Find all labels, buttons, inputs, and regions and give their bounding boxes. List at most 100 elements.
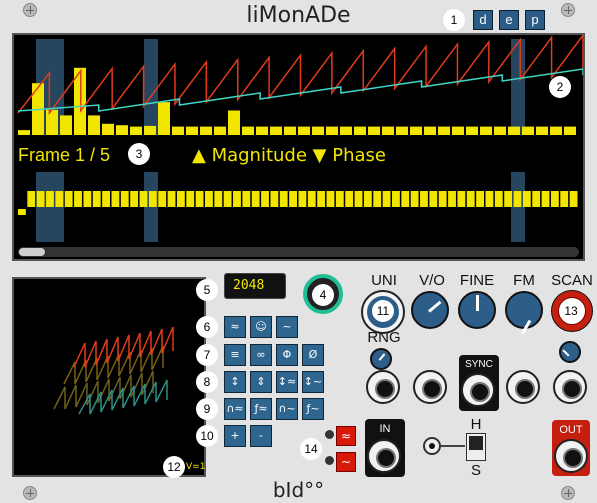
fft-size-display[interactable]: 2048 <box>224 273 286 299</box>
magnitude-bar <box>284 126 296 135</box>
magnitude-bar <box>242 126 254 135</box>
phase-bar <box>279 191 288 207</box>
phase-bar <box>298 191 307 207</box>
phase-bar <box>36 191 45 207</box>
out-jack[interactable] <box>554 439 588 473</box>
hs-switch[interactable] <box>466 433 486 461</box>
phase-bar <box>494 191 503 207</box>
magnitude-bar <box>340 126 352 135</box>
out-box: OUT <box>552 420 590 476</box>
minus-button[interactable]: - <box>250 425 272 447</box>
fine-knob[interactable] <box>458 291 496 329</box>
stretch-smooth-button[interactable]: ↕≈ <box>276 371 298 393</box>
toggle-link <box>441 445 465 447</box>
vo-jack[interactable] <box>413 370 447 404</box>
stretch-double-button[interactable]: ⇕ <box>250 371 272 393</box>
equal-button[interactable]: ≡ <box>224 344 246 366</box>
phase-bar <box>513 191 522 207</box>
magnitude-bar <box>18 130 30 135</box>
magnitude-bar <box>396 126 408 135</box>
waveform-front-line <box>73 326 174 368</box>
phase-bar <box>205 191 213 207</box>
scan-cv-knob[interactable] <box>559 341 581 363</box>
phase-bar <box>569 191 578 207</box>
scrollbar-track[interactable] <box>18 247 579 257</box>
fm-knob[interactable] <box>505 291 543 335</box>
callout-3: 3 <box>128 143 150 165</box>
p-button[interactable]: p <box>525 10 545 30</box>
phase-bar <box>83 191 92 207</box>
phase-bar <box>363 191 372 207</box>
callout-8: 8 <box>196 371 218 393</box>
morph-smooth-button[interactable]: ∩≈ <box>224 398 246 420</box>
wave-smooth-red-button[interactable]: ≈ <box>336 426 356 446</box>
phase-bar <box>214 191 223 207</box>
spectrum-display[interactable]: Frame 1 / 5 ▲ Magnitude ▼ Phase <box>12 33 585 261</box>
phase-bar <box>102 191 110 207</box>
phase-bar <box>55 191 64 207</box>
magnitude-bar <box>564 126 576 135</box>
led-indicator <box>325 456 334 465</box>
scan-cv-jack[interactable] <box>553 370 587 404</box>
phase-bar <box>382 191 391 207</box>
e-button[interactable]: e <box>499 10 519 30</box>
phase-bar <box>92 191 101 207</box>
waveform-display: V=1 <box>12 277 206 477</box>
waveform-back-line <box>63 345 164 385</box>
waveform-canvas <box>53 326 174 415</box>
phase-bar <box>522 191 531 207</box>
phase-bar <box>429 191 438 207</box>
smooth-wave-button[interactable]: ≈ <box>224 316 246 338</box>
magnitude-bar <box>452 126 464 135</box>
phase-bar <box>541 191 550 207</box>
stretch-button[interactable]: ↕ <box>224 371 246 393</box>
phase-bar <box>354 191 363 207</box>
zero-phase-button[interactable]: Ø <box>302 344 324 366</box>
sync-box: SYNC <box>459 355 499 411</box>
morph-sine-button[interactable]: ∩~ <box>276 398 298 420</box>
callout-13: 13 <box>560 300 582 322</box>
phase-bar <box>120 191 129 207</box>
magnitude-bar <box>256 126 268 135</box>
callout-6: 6 <box>196 316 218 338</box>
magnitude-bar <box>298 126 310 135</box>
phase-bar <box>148 191 157 207</box>
wave-sine-red-button[interactable]: ~ <box>336 452 356 472</box>
phase-bar <box>560 191 569 207</box>
phase-bar <box>504 191 513 207</box>
infinity-button[interactable]: ∞ <box>250 344 272 366</box>
freq-sine-button[interactable]: ƒ~ <box>302 398 324 420</box>
rng-knob[interactable] <box>370 348 392 370</box>
random-wave-button[interactable]: ☺ <box>250 316 272 338</box>
freq-smooth-button[interactable]: ƒ≈ <box>250 398 272 420</box>
phase-bar <box>448 191 456 207</box>
vo-knob[interactable] <box>411 291 449 329</box>
switch-s-label: S <box>470 462 481 479</box>
wave-a-line <box>17 35 583 116</box>
plus-button[interactable]: + <box>224 425 246 447</box>
phase-bar <box>158 191 167 207</box>
sync-jack[interactable] <box>461 373 495 407</box>
phase-bar <box>335 191 344 207</box>
scrollbar-thumb[interactable] <box>19 248 45 256</box>
callout-9: 9 <box>196 398 218 420</box>
callout-11: 11 <box>372 300 394 322</box>
phi-button[interactable]: Φ <box>276 344 298 366</box>
fm-jack[interactable] <box>506 370 540 404</box>
magnitude-bar <box>508 126 520 135</box>
phase-bar <box>270 191 279 207</box>
stretch-sine-button[interactable]: ↕~ <box>302 371 324 393</box>
magnitude-bar <box>88 115 100 135</box>
magnitude-bar <box>550 126 562 135</box>
d-button[interactable]: d <box>473 10 493 30</box>
magnitude-bar <box>354 126 366 135</box>
phase-bar <box>420 191 428 207</box>
rng-cv-jack[interactable] <box>366 370 400 404</box>
waveform-teal-line <box>78 379 168 415</box>
phase-bar <box>261 191 269 207</box>
vo-label: V/O <box>419 272 445 289</box>
phase-bar <box>186 191 195 207</box>
led-indicator <box>325 430 334 439</box>
sine-wave-button[interactable]: ~ <box>276 316 298 338</box>
in-jack[interactable] <box>367 439 401 473</box>
